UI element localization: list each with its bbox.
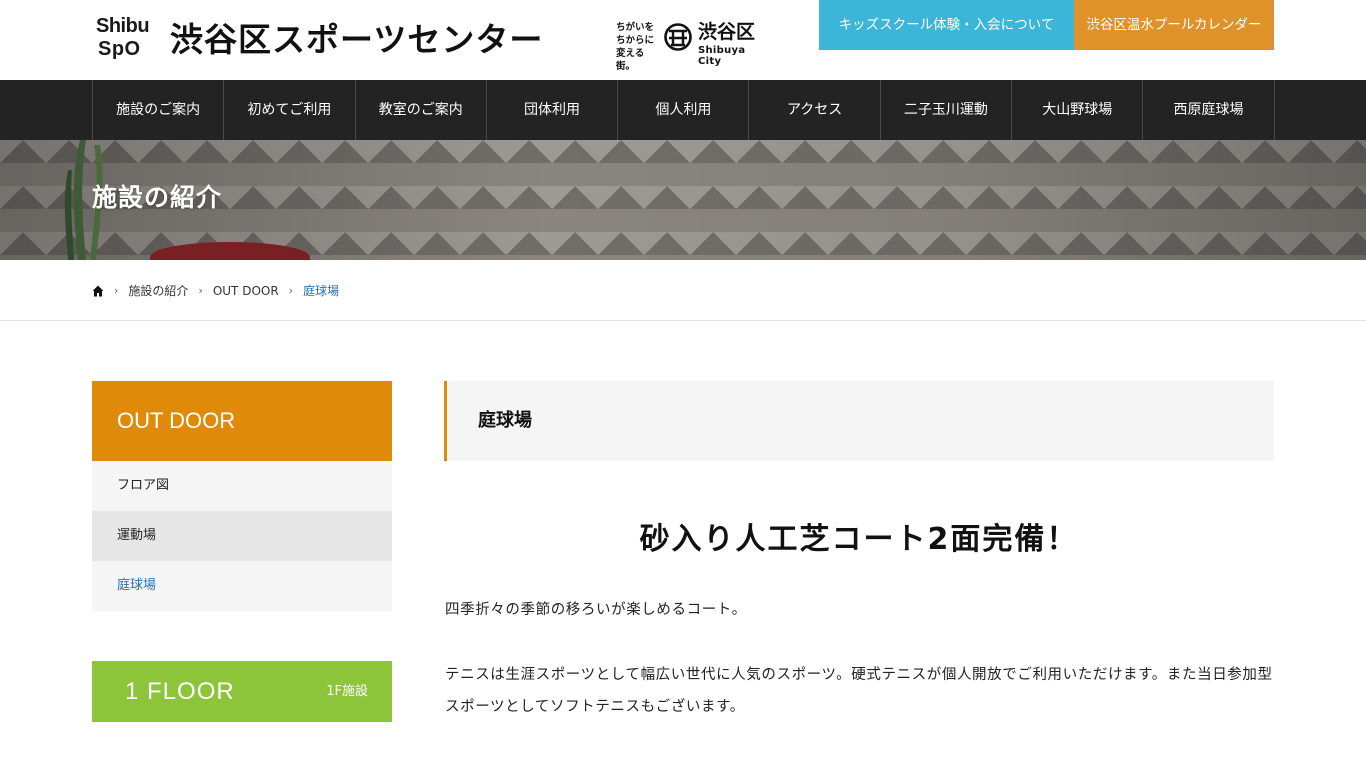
breadcrumb-item-current: 庭球場 [303,284,340,298]
content-headline: 砂入り人工芝コート2面完備！ [639,522,1079,557]
chevron-right-icon: › [288,284,294,297]
nav-item-classes[interactable]: 教室のご案内 [356,80,487,140]
page-hero-banner: 施設の紹介 [0,140,1366,260]
nav-item-futako[interactable]: 二子玉川運動 [881,80,1013,140]
sidebar-item-field[interactable]: 運動場 [92,511,392,561]
sidebar-heading: OUT DOOR [92,381,392,461]
nav-item-oyama[interactable]: 大山野球場 [1012,80,1144,140]
pool-calendar-button[interactable]: 渋谷区温水プールカレンダー [1074,0,1274,50]
site-title[interactable]: 渋谷区スポーツセンター [170,18,543,62]
logo-text-line2: SpO [98,38,141,60]
nav-item-facilities[interactable]: 施設のご案内 [93,80,225,140]
section-heading: 庭球場 [478,410,532,431]
city-name: 渋谷区 [698,21,756,43]
intro-paragraph: 四季折々の季節の移ろいが楽しめるコート。 [445,602,747,618]
nav-item-nishihara[interactable]: 西原庭球場 [1143,80,1275,140]
nav-item-individual-use[interactable]: 個人利用 [618,80,750,140]
sidebar-menu: フロア図 運動場 庭球場 [92,461,392,611]
page-title: 施設の紹介 [92,183,223,212]
chevron-right-icon: › [114,284,119,297]
floor-1-banner[interactable]: 1 FLOOR 1F施設 [92,661,392,722]
description-paragraph: テニスは生涯スポーツとして幅広い世代に人気のスポーツ。硬式テニスが個人開放でご利… [445,667,1273,715]
shibuspo-logo[interactable]: Shibu SpO [96,16,158,62]
sidebar-item-floor-map[interactable]: フロア図 [92,461,392,511]
city-tagline: ちがいを ちからに 変える街。 [616,22,655,72]
nav-item-first-time[interactable]: 初めてご利用 [224,80,356,140]
city-name-en: Shibuya City [698,45,746,67]
breadcrumb: › 施設の紹介 › OUT DOOR › 庭球場 [0,260,1366,321]
chevron-right-icon: › [198,284,203,297]
kids-school-button[interactable]: キッズスクール体験・入会について [819,0,1074,50]
shibuya-city-logo[interactable]: ちがいを ちからに 変える街。 渋谷区 Shibuya City [616,20,766,72]
sidebar-item-tennis-court[interactable]: 庭球場 [92,561,392,611]
nav-item-group-use[interactable]: 団体利用 [487,80,619,140]
nav-item-access[interactable]: アクセス [749,80,881,140]
home-icon[interactable] [92,285,104,297]
seat-decoration [150,242,310,260]
breadcrumb-item-outdoor[interactable]: OUT DOOR [213,284,279,298]
floor-title: 1 FLOOR [125,678,235,705]
shibuya-emblem-icon [664,23,692,51]
breadcrumb-item-facilities[interactable]: 施設の紹介 [128,282,188,299]
site-header: Shibu SpO 渋谷区スポーツセンター ちがいを ちからに 変える街。 渋谷… [0,0,1366,80]
global-nav: 施設のご案内 初めてご利用 教室のご案内 団体利用 個人利用 アクセス 二子玉川… [0,80,1366,140]
logo-text-line1: Shibu [96,15,150,37]
section-heading-box: 庭球場 [444,381,1274,461]
floor-subtitle: 1F施設 [326,684,368,699]
